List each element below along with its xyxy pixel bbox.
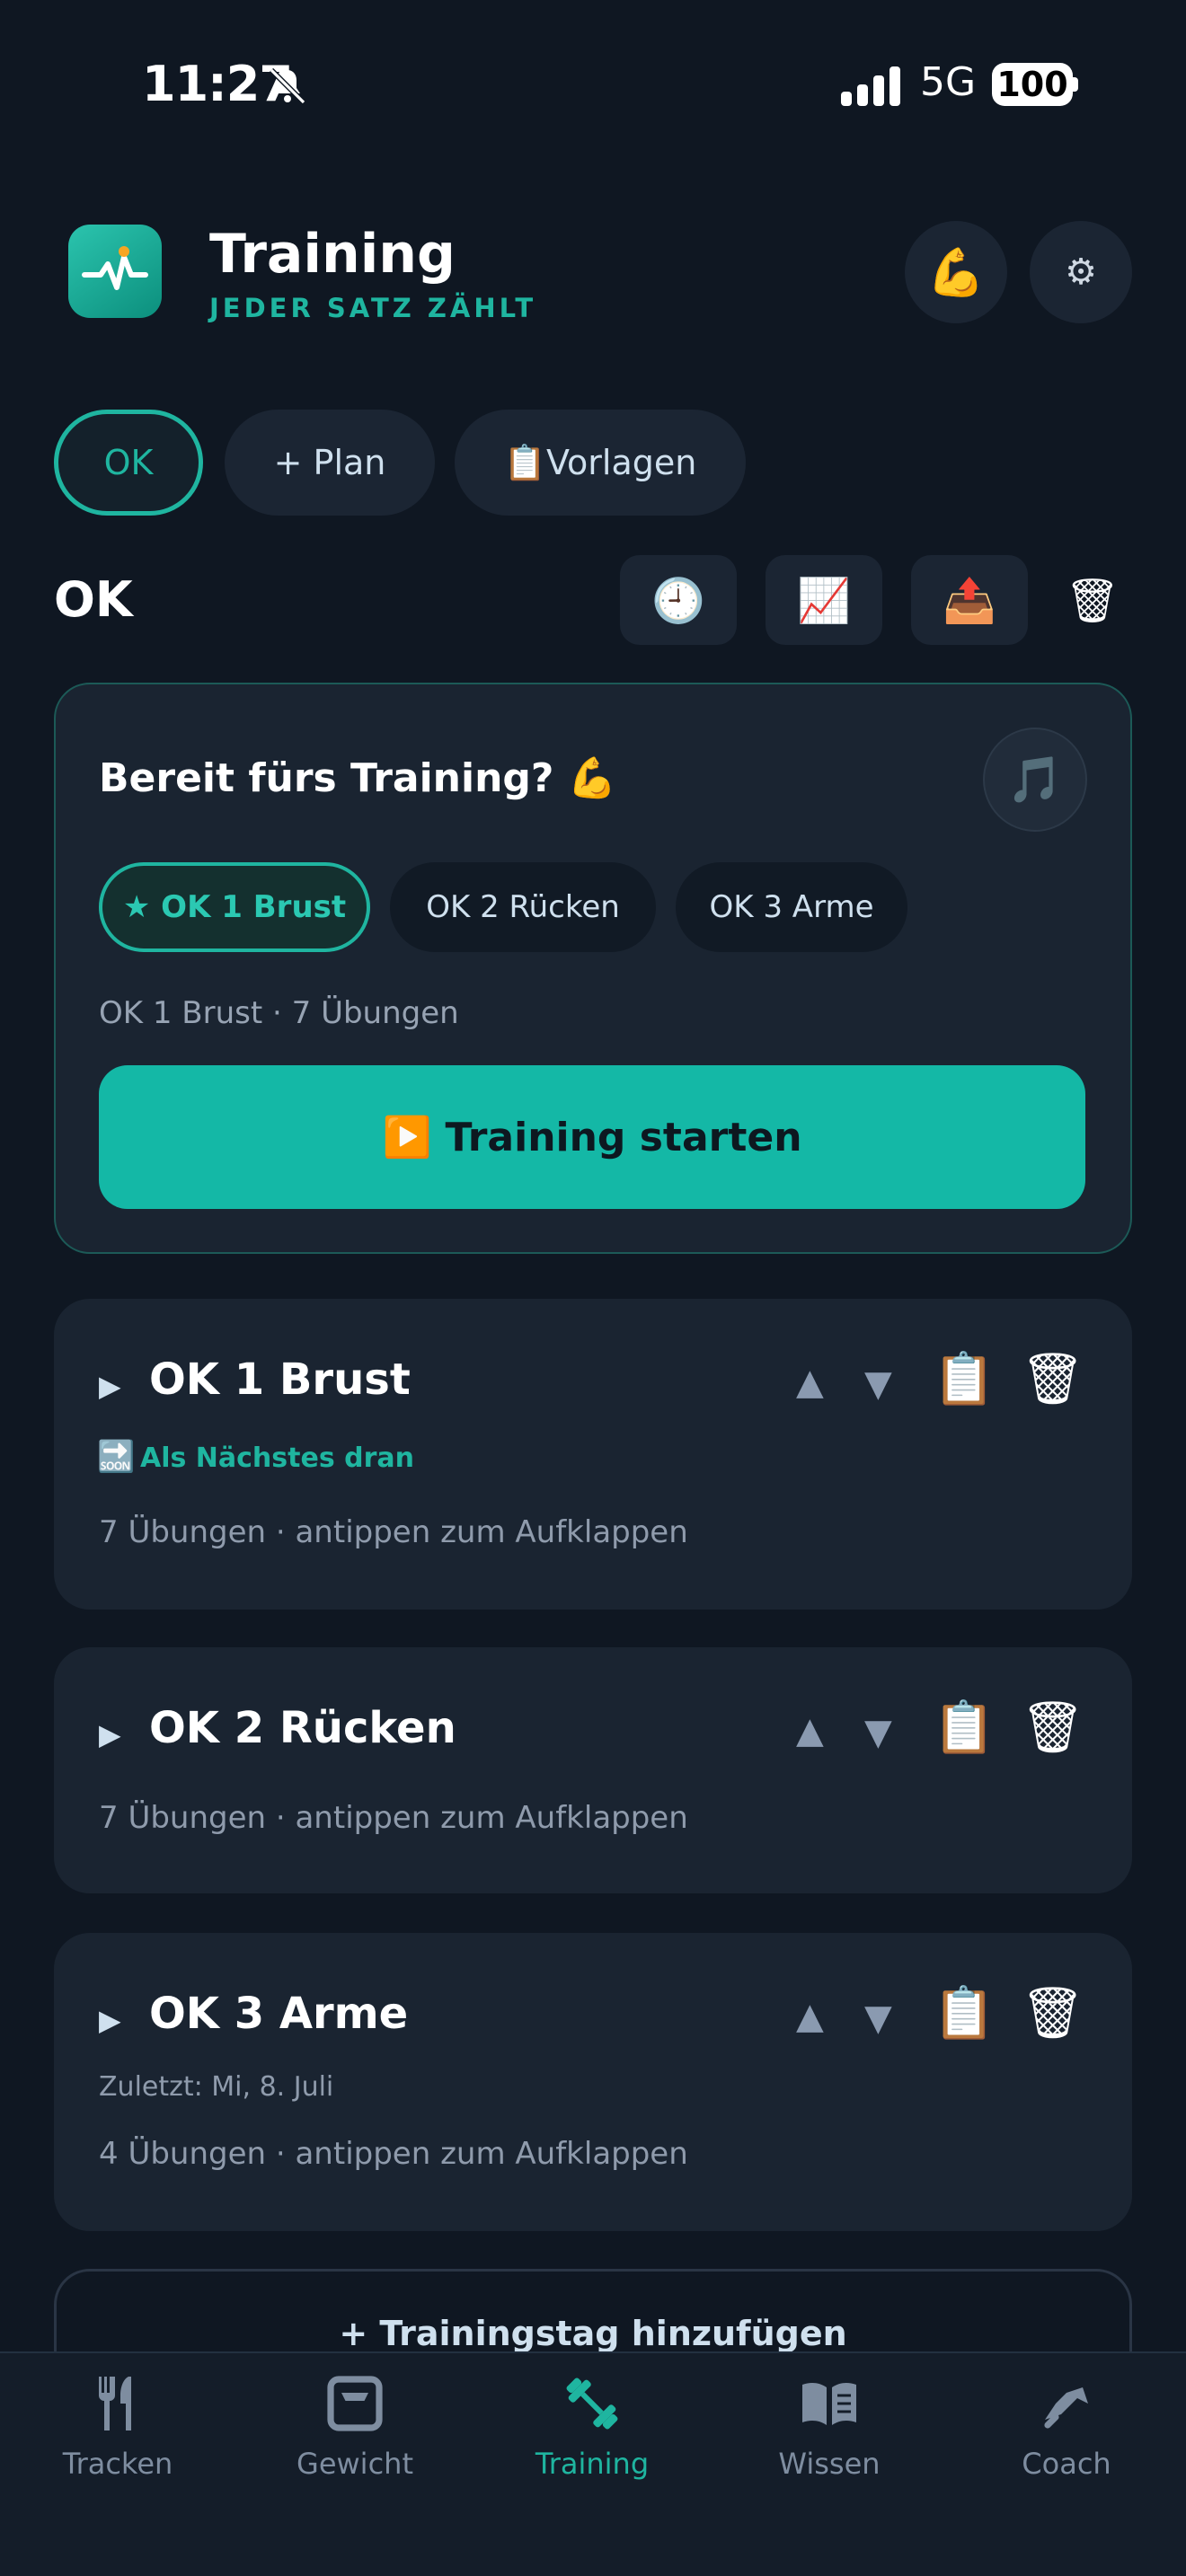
- nav-label: Gewicht: [296, 2447, 413, 2481]
- ready-title: Bereit fürs Training? 💪: [99, 755, 617, 801]
- add-plan-button[interactable]: + Plan: [225, 410, 435, 516]
- section-title: OK: [54, 571, 133, 628]
- fork-knife-icon: [99, 2377, 131, 2430]
- day-chip-ok2[interactable]: OK 2 Rücken: [390, 862, 656, 952]
- network-label: 5G: [920, 59, 977, 105]
- day-name: OK 2 Rücken: [149, 1703, 456, 1753]
- coach-icon: [1044, 2387, 1088, 2429]
- history-button[interactable]: 🕘: [620, 555, 737, 645]
- settings-button[interactable]: ⚙: [1030, 221, 1132, 323]
- nav-training[interactable]: Training: [502, 2371, 682, 2481]
- move-down-button[interactable]: ▼: [864, 1712, 892, 1753]
- nav-label: Wissen: [778, 2447, 881, 2481]
- dumbbell-icon: [566, 2378, 618, 2430]
- app-logo: [68, 225, 162, 318]
- nav-label: Tracken: [62, 2447, 173, 2481]
- bell-muted-icon: [269, 67, 306, 105]
- muscle-icon: 💪: [926, 245, 986, 300]
- move-down-button[interactable]: ▼: [864, 1363, 892, 1405]
- day-meta: 4 Übungen · antippen zum Aufklappen: [99, 2136, 688, 2172]
- day-name: OK 3 Arme: [149, 1989, 409, 2039]
- move-down-button[interactable]: ▼: [864, 1998, 892, 2039]
- next-badge: Als Nächstes dran: [140, 1442, 415, 1474]
- nav-tracken[interactable]: Tracken: [28, 2371, 208, 2481]
- plan-pill-ok[interactable]: OK: [54, 410, 203, 516]
- battery-nub: [1073, 77, 1078, 92]
- pulse-icon: [82, 246, 148, 290]
- day-meta: 7 Übungen · antippen zum Aufklappen: [99, 1800, 688, 1836]
- signal-icon: [841, 66, 900, 106]
- battery-indicator: 100: [992, 63, 1073, 106]
- nav-coach[interactable]: Coach: [977, 2371, 1156, 2481]
- clock-icon: 🕘: [651, 575, 705, 626]
- gear-icon: ⚙: [1065, 251, 1097, 293]
- scale-icon: [327, 2376, 383, 2431]
- delete-day-button[interactable]: 🗑: [1021, 1983, 1084, 2042]
- page-title: Training: [209, 223, 456, 286]
- nav-gewicht[interactable]: Gewicht: [265, 2371, 445, 2481]
- nav-label: Coach: [1022, 2447, 1111, 2481]
- last-trained-date: Zuletzt: Mi, 8. Juli: [99, 2071, 334, 2103]
- copy-day-button[interactable]: 📋: [933, 1698, 996, 1757]
- add-training-day-label: + Trainingstag hinzufügen: [339, 2314, 847, 2353]
- delete-day-button[interactable]: 🗑: [1021, 1698, 1084, 1757]
- expand-caret-icon[interactable]: ▶: [99, 1369, 121, 1403]
- move-up-button[interactable]: ▲: [796, 1710, 824, 1751]
- ready-info: OK 1 Brust · 7 Übungen: [99, 995, 459, 1031]
- day-name: OK 1 Brust: [149, 1354, 411, 1405]
- profile-button[interactable]: 💪: [905, 221, 1007, 323]
- chart-icon: 📈: [797, 575, 851, 626]
- delete-day-button[interactable]: 🗑: [1021, 1349, 1084, 1408]
- templates-button[interactable]: 📋Vorlagen: [455, 410, 746, 516]
- move-up-button[interactable]: ▲: [796, 1996, 824, 2037]
- expand-caret-icon[interactable]: ▶: [99, 1717, 121, 1751]
- soon-icon: 🔜: [97, 1439, 136, 1475]
- expand-caret-icon[interactable]: ▶: [99, 2003, 121, 2037]
- stats-button[interactable]: 📈: [766, 555, 882, 645]
- book-icon: [802, 2383, 856, 2425]
- music-button[interactable]: 🎵: [983, 728, 1087, 832]
- export-button[interactable]: 📤: [911, 555, 1028, 645]
- nav-wissen[interactable]: Wissen: [739, 2371, 919, 2481]
- day-chip-ok1[interactable]: ★ OK 1 Brust: [99, 862, 370, 952]
- trash-icon: 🗑: [1065, 575, 1120, 626]
- delete-plan-button[interactable]: 🗑: [1057, 555, 1128, 645]
- nav-label: Training: [535, 2447, 650, 2481]
- music-icon: 🎵: [1006, 753, 1064, 806]
- day-chip-ok3[interactable]: OK 3 Arme: [676, 862, 907, 952]
- outbox-icon: 📤: [943, 575, 996, 626]
- copy-day-button[interactable]: 📋: [933, 1349, 996, 1408]
- day-card[interactable]: [54, 1647, 1132, 1893]
- copy-day-button[interactable]: 📋: [933, 1983, 996, 2042]
- page-subtitle: JEDER SATZ ZÄHLT: [209, 293, 537, 323]
- start-training-button[interactable]: ▶️ Training starten: [99, 1065, 1085, 1209]
- move-up-button[interactable]: ▲: [796, 1362, 824, 1403]
- day-meta: 7 Übungen · antippen zum Aufklappen: [99, 1514, 688, 1550]
